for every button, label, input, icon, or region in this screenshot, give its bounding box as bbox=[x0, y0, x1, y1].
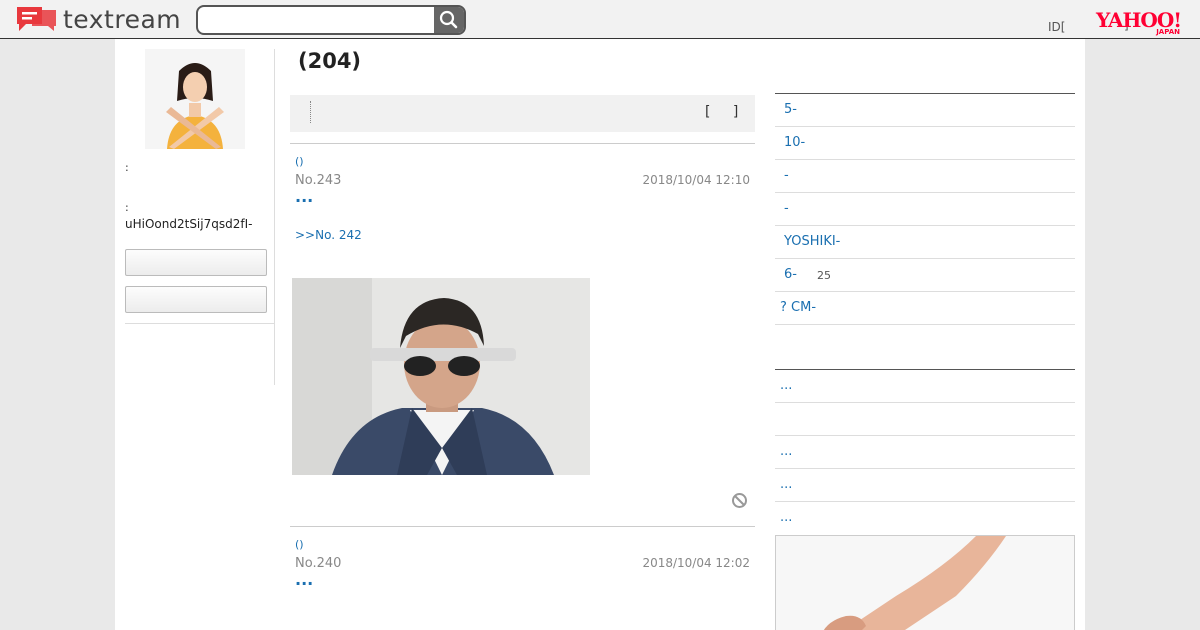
sidebar-link-item[interactable]: ... bbox=[775, 502, 1075, 535]
sidebar-item[interactable]: ? CM- bbox=[775, 292, 1075, 325]
column-divider bbox=[274, 49, 275, 385]
ad-photo bbox=[776, 536, 1074, 630]
sidebar-item[interactable]: 6- 25 bbox=[775, 259, 1075, 292]
search-icon bbox=[439, 10, 458, 29]
sidebar-link-item[interactable]: ... bbox=[775, 469, 1075, 502]
profile-button-1[interactable] bbox=[125, 249, 267, 276]
sidebar-link-item[interactable] bbox=[775, 403, 1075, 436]
sidebar-item[interactable]: 10- bbox=[775, 127, 1075, 160]
sidebar-item[interactable]: YOSHIKI- bbox=[775, 226, 1075, 259]
sidebar-item[interactable]: - bbox=[775, 193, 1075, 226]
logo-text: textream bbox=[63, 4, 182, 34]
post-number: No.240 bbox=[295, 556, 342, 571]
post-body-preview[interactable]: ... bbox=[295, 187, 313, 206]
user-id: uHiOond2tSij7qsd2fI- bbox=[125, 217, 253, 231]
post-number: No.243 bbox=[295, 173, 342, 188]
speech-bubble-logo-icon bbox=[17, 7, 56, 31]
reply-link[interactable]: >>No. 242 bbox=[295, 228, 362, 242]
post-photo bbox=[292, 278, 590, 475]
post-body-preview[interactable]: ... bbox=[295, 570, 313, 589]
sidebar-item[interactable]: 5- bbox=[775, 94, 1075, 127]
yahoo-logo-text: YAHOO! bbox=[1096, 8, 1182, 32]
sidebar-link-label: ... bbox=[780, 510, 793, 525]
sidebar-item-count: 25 bbox=[817, 269, 831, 282]
profile-label-1: : bbox=[125, 161, 129, 174]
post-date: 2018/10/04 12:10 bbox=[642, 173, 750, 187]
page-title: (204) bbox=[298, 49, 362, 73]
yahoo-japan-logo[interactable]: YAHOO! JAPAN bbox=[1096, 10, 1188, 36]
post-toolbar: [ ] bbox=[290, 95, 755, 132]
sidebar-link-label: ... bbox=[780, 444, 793, 459]
post-item: () No.243 2018/10/04 12:10 ... >>No. 242 bbox=[295, 155, 750, 275]
advertisement-image[interactable] bbox=[775, 535, 1075, 630]
search-input[interactable] bbox=[198, 7, 434, 33]
sidebar-item[interactable]: - bbox=[775, 160, 1075, 193]
post-author-link[interactable]: () bbox=[295, 155, 304, 168]
sidebar-item-label: 5- bbox=[784, 102, 797, 117]
textream-logo[interactable]: textream bbox=[14, 4, 181, 34]
post-image[interactable] bbox=[292, 278, 590, 475]
page-content: : : uHiOond2tSij7qsd2fI- (204) [ ] () No… bbox=[115, 39, 1085, 630]
sidebar-link-item[interactable]: ... bbox=[775, 436, 1075, 469]
post-date: 2018/10/04 12:02 bbox=[642, 556, 750, 570]
yahoo-logo-sub: JAPAN bbox=[1156, 28, 1180, 36]
sidebar-item-label: ? CM- bbox=[780, 300, 817, 315]
top-header: textream ID[ ] YAHOO! JAPAN bbox=[0, 0, 1200, 39]
login-id-label[interactable]: ID[ bbox=[1048, 20, 1065, 34]
post-item: () No.240 2018/10/04 12:02 ... bbox=[295, 538, 750, 598]
search-button[interactable] bbox=[434, 7, 464, 33]
profile-label-2: : bbox=[125, 201, 129, 214]
search-box bbox=[196, 5, 466, 35]
toolbar-bracket-link[interactable]: [ ] bbox=[705, 104, 738, 120]
avatar[interactable] bbox=[145, 49, 245, 149]
ban-icon[interactable] bbox=[731, 492, 748, 509]
avatar-image bbox=[145, 49, 245, 149]
sidebar-item-label: YOSHIKI- bbox=[784, 234, 841, 249]
sidebar-link-label: ... bbox=[780, 378, 793, 393]
sidebar-item-label: - bbox=[784, 168, 789, 183]
sidebar-link-label: ... bbox=[780, 477, 793, 492]
post-author-link[interactable]: () bbox=[295, 538, 304, 551]
sidebar-item-label: 6- bbox=[784, 267, 797, 282]
toolbar-separator bbox=[310, 101, 311, 123]
sidebar-item-label: - bbox=[784, 201, 789, 216]
sidebar-link-item[interactable]: ... bbox=[775, 370, 1075, 403]
profile-divider bbox=[125, 323, 275, 324]
profile-button-2[interactable] bbox=[125, 286, 267, 313]
sidebar-item-label: 10- bbox=[784, 135, 806, 150]
divider bbox=[290, 526, 755, 527]
divider bbox=[290, 143, 755, 144]
